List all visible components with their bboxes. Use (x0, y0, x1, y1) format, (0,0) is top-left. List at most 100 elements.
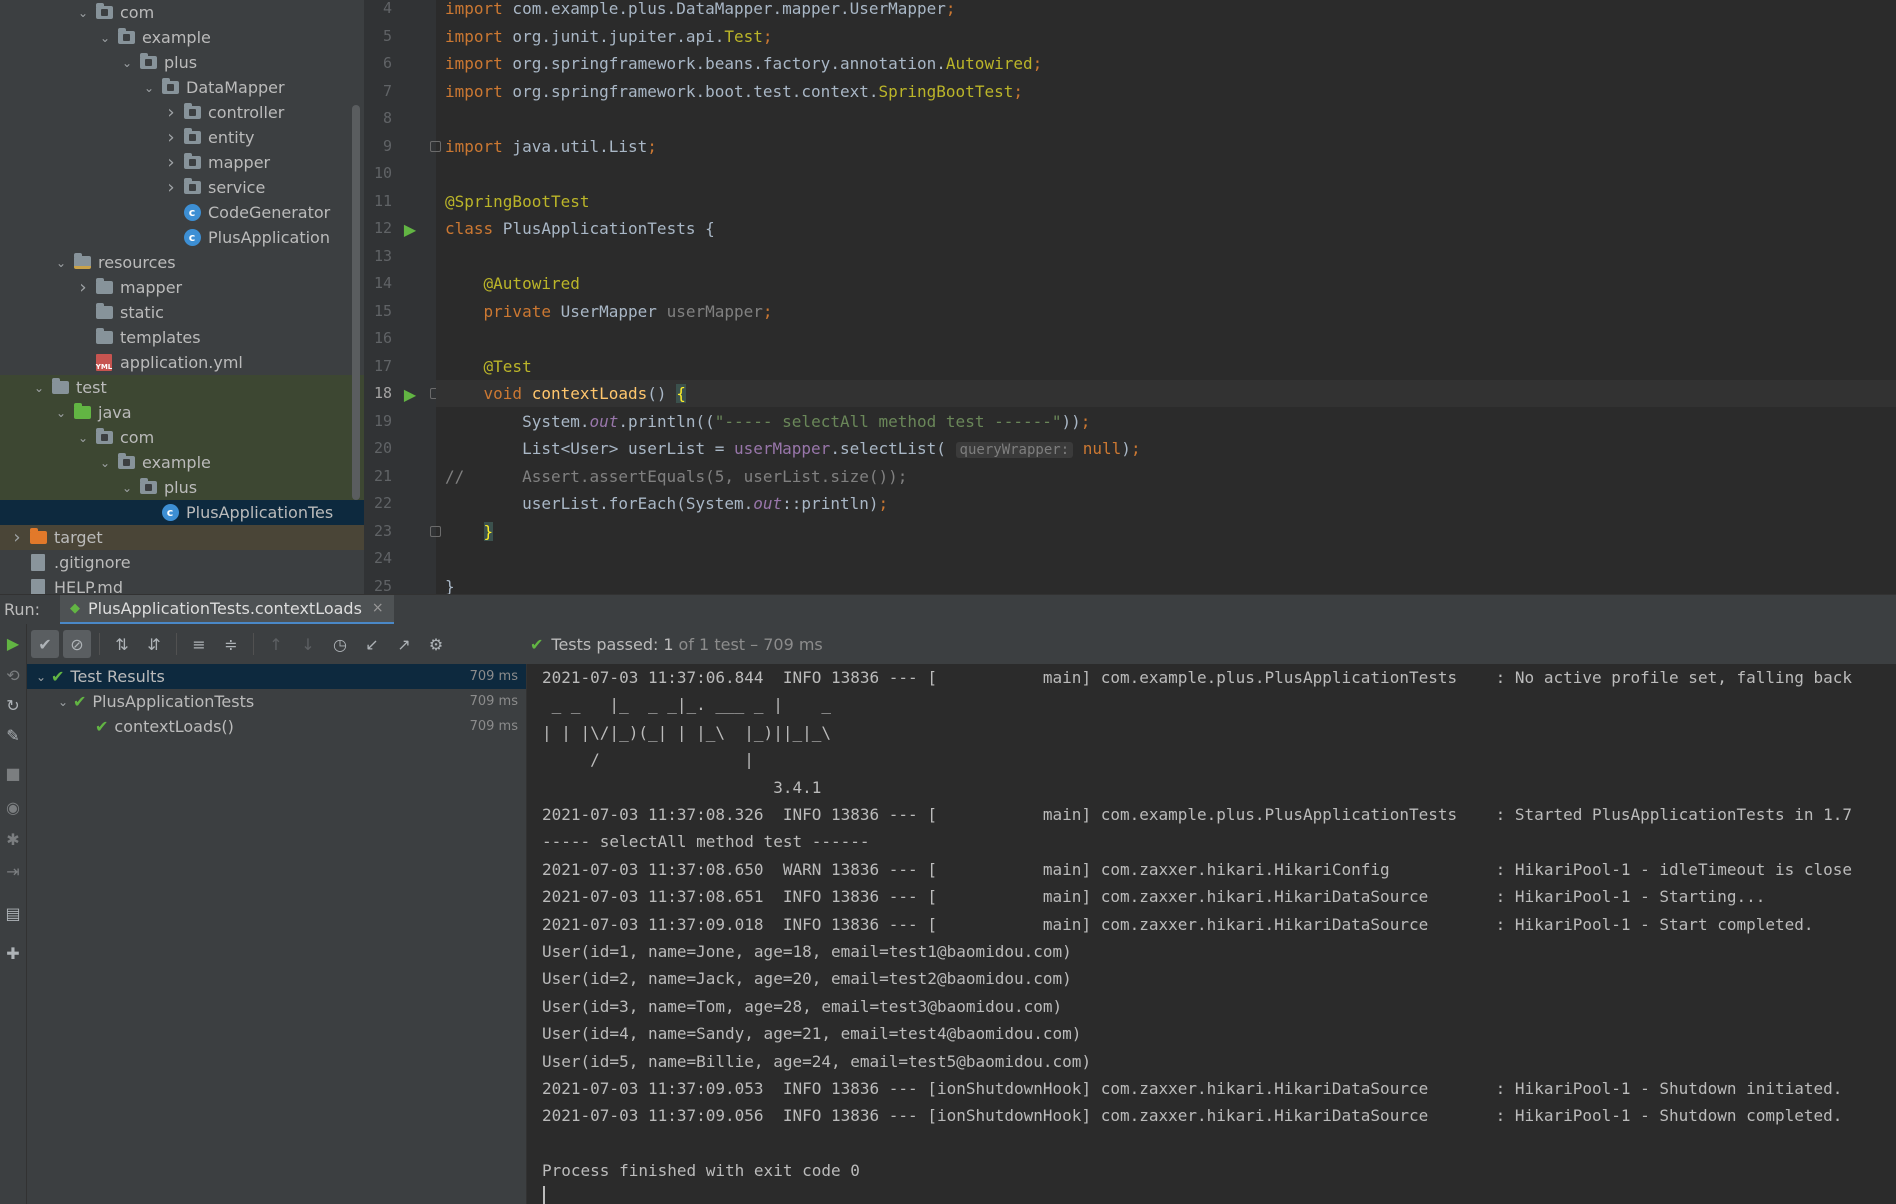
code-line[interactable]: // Assert.assertEquals(5, userList.size(… (445, 463, 907, 490)
chevron-down-icon[interactable]: ⌄ (94, 452, 116, 474)
chevron-right-icon[interactable]: › (160, 102, 182, 124)
prev-failed-icon[interactable]: ↑ (262, 630, 290, 658)
tree-item-example[interactable]: ⌄ example (0, 25, 364, 50)
code-line[interactable]: import org.springframework.boot.test.con… (445, 78, 1023, 105)
console-line: / | (542, 750, 754, 770)
chevron-down-icon[interactable]: ⌄ (50, 252, 72, 274)
project-tree-panel[interactable]: ⌄ com ⌄ example ⌄ plus ⌄ DataMapper › controller ›… (0, 0, 364, 594)
tree-item-entity[interactable]: › entity (0, 125, 364, 150)
tree-item-service[interactable]: › service (0, 175, 364, 200)
chevron-down-icon[interactable]: ⌄ (50, 402, 72, 424)
tree-item-gitignore[interactable]: .gitignore (0, 550, 364, 575)
fold-marker-icon[interactable] (430, 525, 441, 537)
chevron-down-icon[interactable]: ⌄ (116, 52, 138, 74)
console-output[interactable]: 2021-07-03 11:37:06.844 INFO 13836 --- [… (528, 664, 1896, 1204)
code-line[interactable]: } (445, 573, 455, 595)
tree-item-com[interactable]: ⌄ com (0, 425, 364, 450)
collapse-all-icon[interactable]: ≑ (217, 630, 245, 658)
tree-item-codegenerator[interactable]: c CodeGenerator (0, 200, 364, 225)
import-tests-icon[interactable]: ↙ (358, 630, 386, 658)
tree-item-plus[interactable]: ⌄ plus (0, 50, 364, 75)
code-line[interactable]: private UserMapper userMapper; (445, 298, 773, 325)
line-number: 14 (373, 274, 392, 292)
tree-item-static[interactable]: static (0, 300, 364, 325)
project-scrollbar[interactable] (352, 105, 360, 500)
test-result-row[interactable]: ✔ contextLoads() 709 ms (27, 714, 526, 739)
show-ignored-icon[interactable]: ⊘ (63, 630, 91, 658)
chevron-down-icon[interactable]: ⌄ (94, 27, 116, 49)
code-line[interactable]: userList.forEach(System.out::println); (445, 490, 888, 517)
rerun-icon[interactable]: ▶ (2, 632, 24, 654)
chevron-down-icon[interactable]: ⌄ (28, 377, 50, 399)
tree-item-mapper[interactable]: › mapper (0, 150, 364, 175)
close-tab-icon[interactable]: × (372, 600, 384, 616)
exit-icon[interactable]: ⇥ (2, 860, 24, 882)
fold-marker-icon[interactable] (430, 140, 441, 152)
code-line[interactable]: import java.util.List; (445, 133, 657, 160)
tree-item-test[interactable]: ⌄ test (0, 375, 364, 400)
toggle-auto-test-icon[interactable]: ↻ (2, 694, 24, 716)
sort-alpha-icon[interactable]: ⇅ (108, 630, 136, 658)
code-line[interactable]: @SpringBootTest (445, 188, 590, 215)
tree-item-help-md[interactable]: HELP.md (0, 575, 364, 594)
code-editor[interactable]: 4 5 6 7 8 9 10 11 12 ▶ 13 14 15 16 17 18 ▶ 19 20 21 22 23 24 25… (364, 0, 1896, 594)
chevron-right-icon[interactable]: › (72, 277, 94, 299)
chevron-right-icon[interactable]: › (160, 177, 182, 199)
chevron-down-icon[interactable]: ⌄ (116, 477, 138, 499)
layout-icon[interactable]: ▤ (2, 902, 24, 924)
tree-item-plusapplication[interactable]: c PlusApplication (0, 225, 364, 250)
tree-item-com[interactable]: ⌄ com (0, 0, 364, 25)
tree-item-target[interactable]: › target (0, 525, 364, 550)
tree-item-controller[interactable]: › controller (0, 100, 364, 125)
tree-item-java[interactable]: ⌄ java (0, 400, 364, 425)
test-history-icon[interactable]: ◷ (326, 630, 354, 658)
code-line[interactable]: System.out.println(("----- selectAll met… (445, 408, 1090, 435)
run-test-gutter-icon[interactable]: ▶ (400, 384, 420, 404)
code-line[interactable]: @Autowired (445, 270, 580, 297)
export-tests-icon[interactable]: ↗ (390, 630, 418, 658)
pin-icon[interactable]: ✚ (2, 942, 24, 964)
chevron-down-icon[interactable]: ⌄ (72, 427, 94, 449)
show-passed-icon[interactable]: ✔ (31, 630, 59, 658)
chevron-down-icon[interactable]: ⌄ (53, 695, 73, 709)
chevron-right-icon[interactable]: › (6, 527, 28, 549)
test-result-row[interactable]: ⌄ ✔ PlusApplicationTests 709 ms (27, 689, 526, 714)
tree-item-example[interactable]: ⌄ example (0, 450, 364, 475)
tree-item-datamapper[interactable]: ⌄ DataMapper (0, 75, 364, 100)
test-results-tree[interactable]: ⌄ ✔ Test Results 709 ms ⌄ ✔ PlusApplicationTes… (27, 664, 527, 1204)
expand-all-icon[interactable]: ≡ (185, 630, 213, 658)
test-result-row[interactable]: ⌄ ✔ Test Results 709 ms (27, 664, 526, 689)
tree-item-plusapplicationtes[interactable]: c PlusApplicationTes (0, 500, 364, 525)
code-line[interactable]: import com.example.plus.DataMapper.mappe… (445, 0, 956, 22)
run-test-gutter-icon[interactable]: ▶ (400, 219, 420, 239)
code-line[interactable]: void contextLoads() { (445, 380, 686, 407)
tree-item-mapper[interactable]: › mapper (0, 275, 364, 300)
package-icon (138, 478, 158, 498)
debug-icon[interactable]: ✱ (2, 828, 24, 850)
next-failed-icon[interactable]: ↓ (294, 630, 322, 658)
code-line[interactable]: class PlusApplicationTests { (445, 215, 715, 242)
chevron-down-icon[interactable]: ⌄ (31, 670, 51, 684)
tree-item-application-yml[interactable]: YML application.yml (0, 350, 364, 375)
settings-gear-icon[interactable]: ⚙ (422, 630, 450, 658)
code-line[interactable]: List<User> userList = userMapper.selectL… (445, 435, 1141, 462)
stop-icon[interactable]: ■ (2, 762, 24, 784)
wrench-icon[interactable]: ✎ (2, 724, 24, 746)
chevron-right-icon[interactable]: › (160, 127, 182, 149)
tree-item-plus[interactable]: ⌄ plus (0, 475, 364, 500)
camera-icon[interactable]: ◉ (2, 796, 24, 818)
run-config-tab[interactable]: ◆ PlusApplicationTests.contextLoads × (60, 594, 394, 625)
code-line[interactable]: } (445, 518, 494, 545)
chevron-right-icon[interactable]: › (160, 152, 182, 174)
code-line[interactable]: import org.junit.jupiter.api.Test; (445, 23, 773, 50)
tree-item-templates[interactable]: templates (0, 325, 364, 350)
sort-duration-icon[interactable]: ⇵ (140, 630, 168, 658)
chevron-down-icon[interactable]: ⌄ (72, 2, 94, 24)
code-line[interactable]: import org.springframework.beans.factory… (445, 50, 1042, 77)
console-line: User(id=4, name=Sandy, age=21, email=tes… (542, 1024, 1082, 1044)
code-line[interactable]: @Test (445, 353, 532, 380)
chevron-down-icon[interactable]: ⌄ (138, 77, 160, 99)
tree-item-resources[interactable]: ⌄ resources (0, 250, 364, 275)
rerun-failed-icon[interactable]: ⟲ (2, 664, 24, 686)
test-folder-icon (72, 403, 92, 423)
